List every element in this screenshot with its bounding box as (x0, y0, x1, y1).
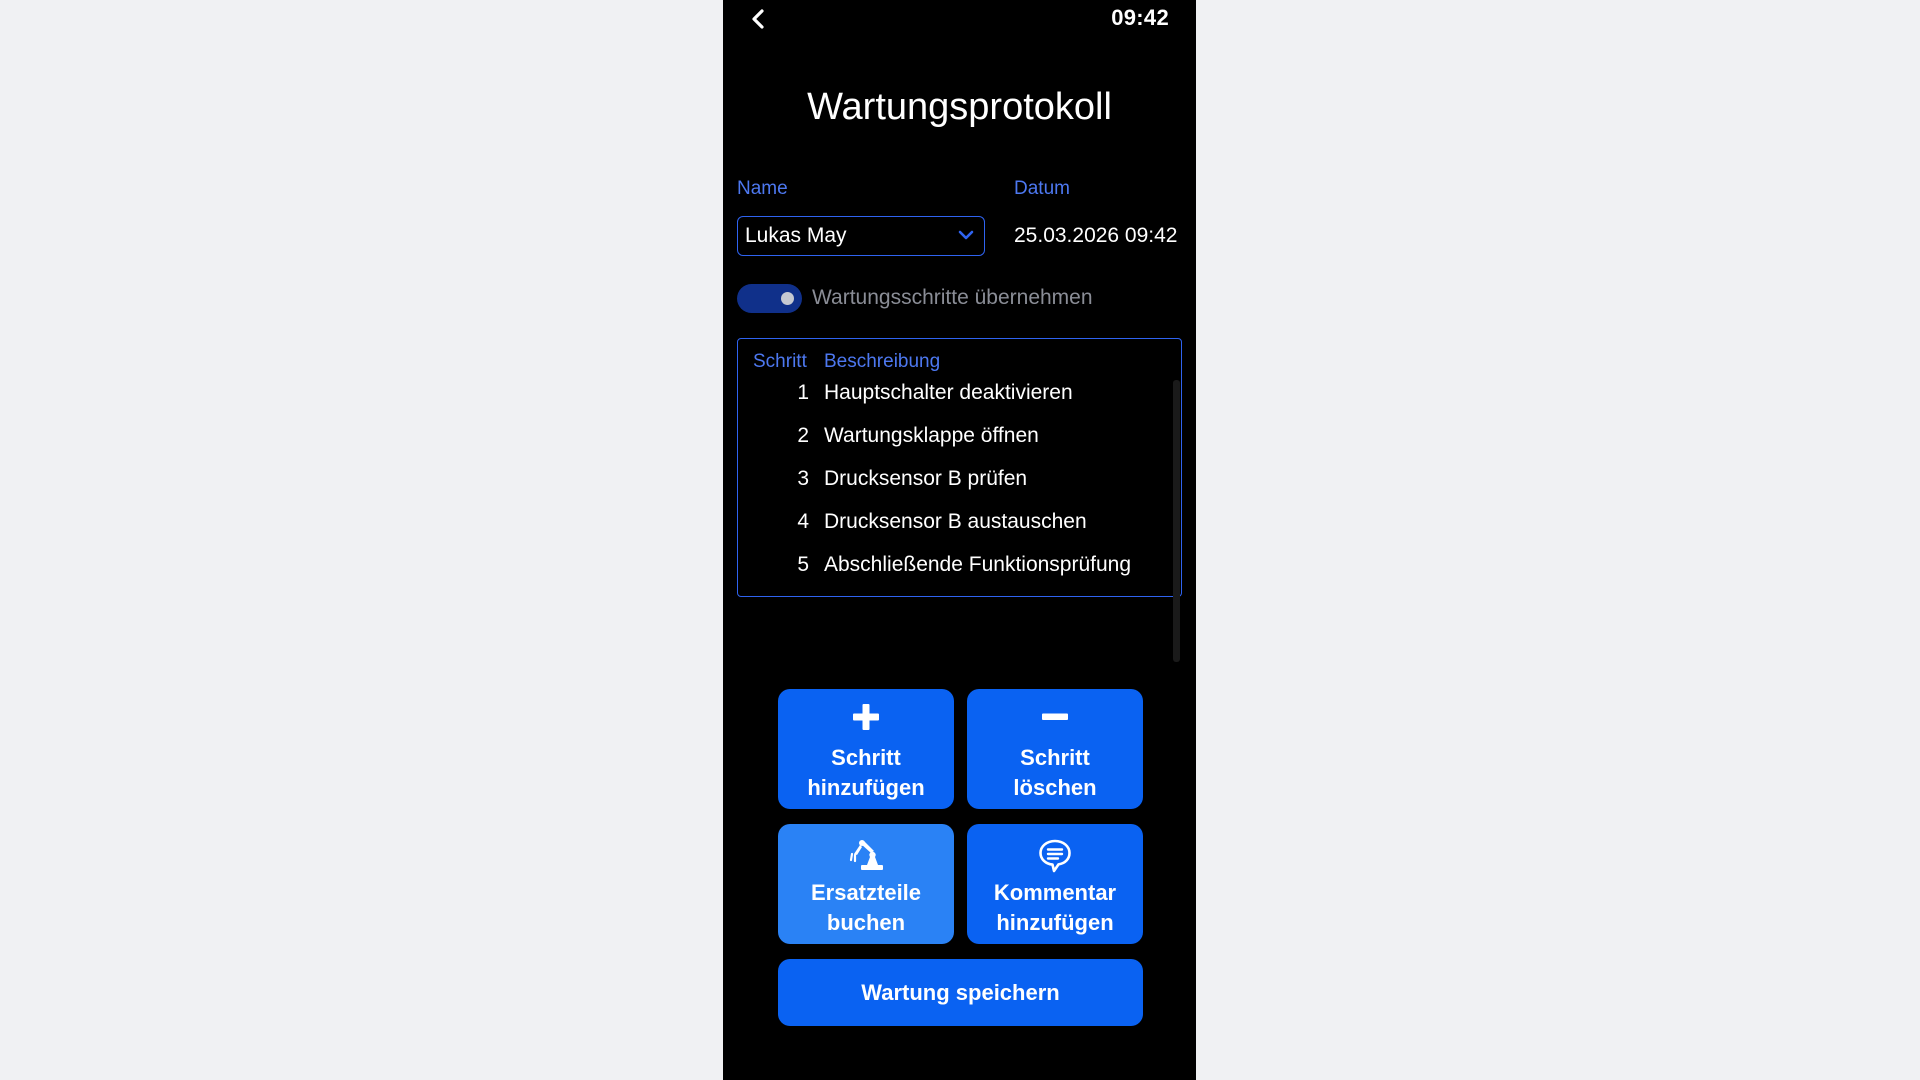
table-row[interactable]: 3 Drucksensor B prüfen (738, 461, 1167, 497)
add-step-label-line2: hinzufügen (807, 775, 925, 800)
step-number: 3 (797, 467, 809, 490)
delete-step-button[interactable]: Schritt löschen (967, 689, 1143, 809)
step-description: Hauptschalter deaktivieren (824, 381, 1073, 404)
name-select[interactable]: Lukas May (737, 216, 985, 256)
step-description: Abschließende Funktionsprüfung (824, 553, 1132, 576)
table-row[interactable]: 1 Hauptschalter deaktivieren (738, 375, 1167, 411)
toggle-knob (781, 292, 794, 305)
step-number: 4 (797, 510, 809, 533)
date-label: Datum (1014, 178, 1070, 199)
comment-icon (1039, 839, 1071, 873)
add-step-label-line1: Schritt (831, 745, 901, 770)
step-number: 5 (797, 553, 809, 576)
add-comment-button[interactable]: Kommentar hinzufügen (967, 824, 1143, 944)
robot-arm-icon (849, 840, 883, 870)
back-button[interactable] (747, 8, 771, 30)
phone-screen: 09:42 Wartungsprotokoll Name Datum Lukas… (723, 0, 1196, 1080)
step-number: 2 (797, 424, 809, 447)
chevron-down-icon (958, 230, 974, 240)
book-parts-label-line1: Ersatzteile (810, 880, 922, 905)
table-row[interactable]: 5 Abschließende Funktionsprüfung (738, 547, 1167, 583)
step-description: Wartungsklappe öffnen (824, 424, 1039, 447)
page-title: Wartungsprotokoll (807, 86, 1112, 128)
step-description: Drucksensor B prüfen (824, 467, 1028, 490)
minus-icon (1042, 713, 1068, 720)
status-bar: 09:42 (723, 0, 1196, 36)
add-comment-label-line1: Kommentar (993, 880, 1117, 905)
name-label: Name (737, 178, 788, 199)
step-description: Drucksensor B austauschen (824, 510, 1087, 533)
add-comment-label: Kommentar hinzufügen (967, 878, 1143, 938)
add-step-label: Schritt hinzufügen (778, 743, 954, 803)
table-row[interactable]: 4 Drucksensor B austauschen (738, 504, 1167, 540)
clock: 09:42 (1111, 5, 1169, 30)
delete-step-label-line2: löschen (1013, 775, 1097, 800)
book-parts-label-line2: buchen (826, 910, 906, 935)
date-value: 25.03.2026 09:42 (1014, 224, 1178, 247)
chevron-left-icon (752, 9, 764, 29)
plus-icon (853, 704, 879, 730)
step-number: 1 (797, 381, 809, 404)
column-header-step: Schritt (753, 351, 807, 372)
add-comment-label-line2: hinzufügen (996, 910, 1114, 935)
name-select-value: Lukas May (745, 224, 847, 247)
save-maintenance-button[interactable]: Wartung speichern (778, 959, 1143, 1026)
steps-table: Schritt Beschreibung 1 Hauptschalter dea… (737, 338, 1182, 597)
toggle-label: Wartungsschritte übernehmen (812, 286, 1093, 309)
add-step-button[interactable]: Schritt hinzufügen (778, 689, 954, 809)
take-over-steps-toggle[interactable] (737, 284, 802, 313)
book-parts-button[interactable]: Ersatzteile buchen (778, 824, 954, 944)
delete-step-label: Schritt löschen (967, 743, 1143, 803)
book-parts-label: Ersatzteile buchen (778, 878, 954, 938)
column-header-description: Beschreibung (824, 351, 941, 372)
table-scrollbar[interactable] (1173, 380, 1180, 662)
delete-step-label-line1: Schritt (1020, 745, 1090, 770)
table-row[interactable]: 2 Wartungsklappe öffnen (738, 418, 1167, 454)
